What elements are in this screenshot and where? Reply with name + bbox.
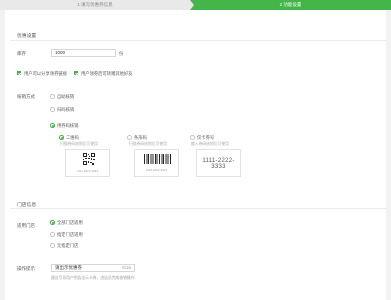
code-type-number-radio[interactable] [190, 135, 195, 140]
verify-option-scan-radio[interactable] [50, 107, 55, 112]
give-checkbox-label: 用户领券后可转赠其他好友 [81, 71, 133, 76]
store-option-all-radio[interactable] [50, 220, 55, 225]
number-code-preview: 1111-2222-3333 [196, 149, 241, 177]
coupon-settings-title: 优惠设置 [17, 34, 37, 39]
section-divider [10, 208, 386, 209]
code-type-number-hint: 输入券码核销后可使用 [191, 142, 229, 146]
verify-option-code-label: 用券码核销 [57, 123, 79, 128]
number-code-value: 1111-2222-3333 [202, 158, 235, 170]
tip-input[interactable]: 请出示优惠券 6/16 [51, 264, 135, 272]
code-type-number-label: 仅卡券号 [197, 135, 215, 140]
give-checkbox[interactable] [74, 71, 78, 75]
store-option-all-label: 全部门店适用 [57, 220, 83, 225]
form-panel: 优惠设置 库存 1000 份 用户可以分享领券链接 用户领券后可转赠其他好友 核… [5, 10, 386, 300]
qr-code-preview: 1111 2222 3333 [65, 149, 110, 177]
code-type-barcode-radio[interactable] [127, 135, 132, 140]
tip-hint: 建议引导用户到店出示卡券，由店员完成核销操作 [51, 276, 135, 280]
tip-char-count: 6/16 [122, 265, 131, 270]
tip-label: 操作提示 [17, 266, 35, 271]
verify-method-label: 核销方式 [17, 94, 35, 99]
barcode-icon [144, 154, 171, 164]
tip-input-value: 请出示优惠券 [55, 265, 82, 270]
store-label: 适用门店 [17, 223, 35, 228]
stock-unit: 份 [119, 51, 124, 56]
stock-label: 库存 [17, 51, 26, 56]
code-type-qr-radio[interactable] [59, 135, 64, 140]
code-type-barcode-hint: 扫描券码核销后可使用 [129, 142, 167, 146]
section-divider [10, 40, 386, 41]
code-type-qr-label: 二维码 [66, 135, 79, 140]
store-option-specific-label: 指定门店适用 [57, 232, 83, 237]
code-type-qr-hint: 扫描券码核销后可使用 [60, 142, 98, 146]
share-checkbox[interactable] [17, 71, 21, 75]
verify-option-scan-label: 扫码核销 [57, 107, 75, 112]
stock-input[interactable]: 1000 [51, 49, 116, 57]
step-2-active: 2 功能设置 [190, 0, 391, 10]
store-info-title: 门店信息 [17, 203, 37, 208]
barcode-preview: 1111 2222 3333 [134, 149, 179, 177]
qr-code-icon [83, 153, 95, 165]
store-option-none-label: 无指定门店 [57, 243, 79, 248]
code-type-barcode-label: 条形码 [134, 135, 147, 140]
verify-option-self-label: 自助核销 [57, 94, 75, 99]
share-checkbox-label: 用户可以分享领券链接 [24, 71, 67, 76]
steps-bar: 1 填写优惠券信息 2 功能设置 [0, 0, 391, 10]
store-option-none-radio[interactable] [50, 243, 55, 248]
step-1: 1 填写优惠券信息 [77, 2, 113, 7]
verify-option-self-radio[interactable] [50, 94, 55, 99]
store-option-specific-radio[interactable] [50, 232, 55, 237]
barcode-caption: 1111 2222 3333 [145, 168, 168, 172]
qr-code-caption: 1111 2222 3333 [76, 169, 99, 173]
verify-option-code-radio[interactable] [50, 123, 55, 128]
